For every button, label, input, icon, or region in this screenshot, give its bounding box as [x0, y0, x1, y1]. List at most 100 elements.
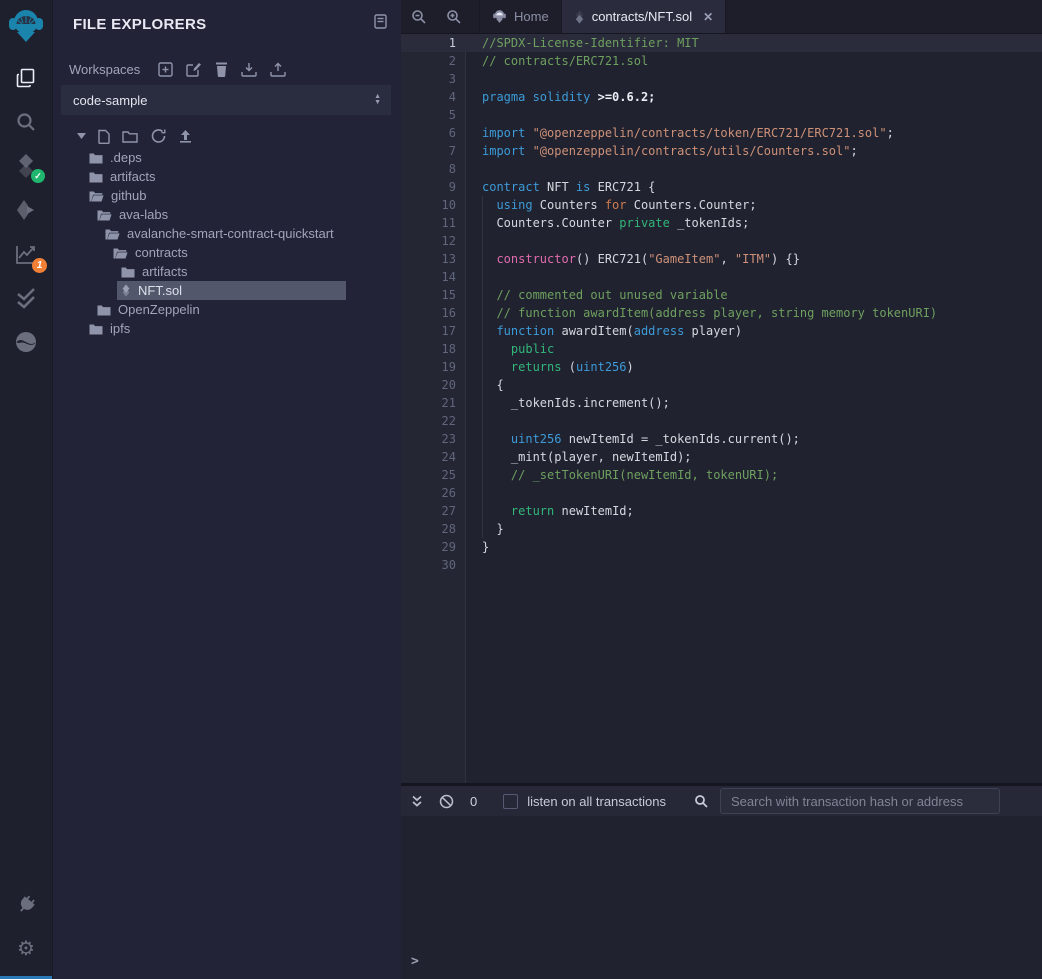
search-icon[interactable] — [0, 100, 52, 144]
unit-testing-icon[interactable] — [0, 276, 52, 320]
listen-transactions-checkbox[interactable] — [503, 794, 518, 809]
rename-workspace-icon[interactable] — [186, 62, 202, 77]
publish-gist-github-icon[interactable] — [150, 128, 167, 144]
code-line-29[interactable]: 29} — [401, 538, 1042, 556]
tree-folder-artifacts[interactable]: artifacts — [53, 262, 401, 281]
code-line-24[interactable]: 24 _mint(player, newItemId); — [401, 448, 1042, 466]
zoom-out-icon[interactable] — [401, 0, 436, 33]
tree-item-label: github — [111, 186, 146, 205]
file-explorer-icon[interactable] — [0, 56, 52, 100]
code-line-27[interactable]: 27 return newItemId; — [401, 502, 1042, 520]
code-text: return newItemId; — [465, 502, 634, 520]
code-line-26[interactable]: 26 — [401, 484, 1042, 502]
new-folder-icon[interactable] — [122, 130, 138, 143]
clear-console-icon[interactable] — [439, 794, 454, 809]
folder-open-icon — [89, 190, 104, 202]
code-line-3[interactable]: 3 — [401, 70, 1042, 88]
analytics-icon[interactable]: 1 — [0, 232, 52, 276]
collapse-tree-icon[interactable] — [77, 133, 86, 139]
zoom-in-icon[interactable] — [436, 0, 471, 33]
file-explorer-panel: FILE EXPLORERS Workspaces — [53, 0, 401, 979]
remix-logo-icon[interactable] — [0, 0, 52, 52]
code-lines: 1//SPDX-License-Identifier: MIT2// contr… — [401, 34, 1042, 574]
code-text: public — [465, 340, 554, 358]
create-workspace-icon[interactable] — [158, 62, 173, 77]
terminal-output[interactable]: > — [401, 816, 1042, 979]
tree-folder-avalanche-smart-contract-quickstart[interactable]: avalanche-smart-contract-quickstart — [53, 224, 401, 243]
sourcify-icon[interactable] — [0, 320, 52, 364]
tree-folder-ipfs[interactable]: ipfs — [53, 319, 401, 338]
code-line-22[interactable]: 22 — [401, 412, 1042, 430]
code-text: _tokenIds.increment(); — [465, 394, 670, 412]
code-line-28[interactable]: 28 } — [401, 520, 1042, 538]
folder-icon — [89, 171, 103, 183]
code-line-12[interactable]: 12 — [401, 232, 1042, 250]
transaction-search-input[interactable] — [720, 788, 1000, 814]
tree-item-label: NFT.sol — [138, 281, 182, 300]
code-line-6[interactable]: 6import "@openzeppelin/contracts/token/E… — [401, 124, 1042, 142]
new-file-icon[interactable] — [98, 129, 110, 144]
code-line-30[interactable]: 30 — [401, 556, 1042, 574]
code-line-5[interactable]: 5 — [401, 106, 1042, 124]
tree-folder-.deps[interactable]: .deps — [53, 148, 401, 167]
code-line-11[interactable]: 11 Counters.Counter private _tokenIds; — [401, 214, 1042, 232]
delete-workspace-icon[interactable] — [215, 62, 228, 77]
folder-icon — [121, 266, 135, 278]
code-line-7[interactable]: 7import "@openzeppelin/contracts/utils/C… — [401, 142, 1042, 160]
code-text: } — [465, 520, 504, 538]
terminal-expand-icon[interactable] — [411, 795, 423, 808]
code-text — [465, 268, 482, 286]
panel-title: FILE EXPLORERS — [73, 16, 206, 33]
close-tab-icon[interactable]: ✕ — [703, 10, 713, 24]
tree-file-NFT.sol[interactable]: NFT.sol — [53, 281, 401, 300]
listen-transactions-label: listen on all transactions — [527, 794, 666, 809]
tree-folder-github[interactable]: github — [53, 186, 401, 205]
line-number: 28 — [401, 520, 465, 538]
code-text: using Counters for Counters.Counter; — [465, 196, 757, 214]
changelog-icon[interactable] — [374, 14, 387, 34]
line-number: 3 — [401, 70, 465, 88]
code-line-2[interactable]: 2// contracts/ERC721.sol — [401, 52, 1042, 70]
code-line-14[interactable]: 14 — [401, 268, 1042, 286]
code-line-10[interactable]: 10 using Counters for Counters.Counter; — [401, 196, 1042, 214]
line-number: 16 — [401, 304, 465, 322]
tree-folder-OpenZeppelin[interactable]: OpenZeppelin — [53, 300, 401, 319]
tree-folder-contracts[interactable]: contracts — [53, 243, 401, 262]
code-text: import "@openzeppelin/contracts/token/ER… — [465, 124, 894, 142]
tree-folder-artifacts[interactable]: artifacts — [53, 167, 401, 186]
settings-icon[interactable]: ⚙ — [0, 927, 52, 971]
tree-item-label: artifacts — [110, 167, 156, 186]
line-number: 15 — [401, 286, 465, 304]
code-line-19[interactable]: 19 returns (uint256) — [401, 358, 1042, 376]
code-text — [465, 106, 482, 124]
code-text: //SPDX-License-Identifier: MIT — [465, 34, 699, 52]
deploy-run-icon[interactable] — [0, 188, 52, 232]
code-line-9[interactable]: 9contract NFT is ERC721 { — [401, 178, 1042, 196]
code-line-15[interactable]: 15 // commented out unused variable — [401, 286, 1042, 304]
code-line-4[interactable]: 4pragma solidity >=0.6.2; — [401, 88, 1042, 106]
upload-file-icon[interactable] — [179, 129, 192, 143]
editor-area: Home contracts/NFT.sol ✕ 1//SPDX-License… — [401, 0, 1042, 979]
download-workspaces-icon[interactable] — [241, 62, 257, 77]
code-line-1[interactable]: 1//SPDX-License-Identifier: MIT — [401, 34, 1042, 52]
code-line-16[interactable]: 16 // function awardItem(address player,… — [401, 304, 1042, 322]
tab-home[interactable]: Home — [479, 0, 562, 33]
folder-icon — [89, 152, 103, 164]
code-line-25[interactable]: 25 // _setTokenURI(newItemId, tokenURI); — [401, 466, 1042, 484]
code-line-20[interactable]: 20 { — [401, 376, 1042, 394]
analytics-count-badge: 1 — [32, 258, 47, 273]
tree-folder-ava-labs[interactable]: ava-labs — [53, 205, 401, 224]
code-editor[interactable]: 1//SPDX-License-Identifier: MIT2// contr… — [401, 34, 1042, 783]
code-line-17[interactable]: 17 function awardItem(address player) — [401, 322, 1042, 340]
restore-workspaces-icon[interactable] — [270, 62, 286, 77]
code-line-21[interactable]: 21 _tokenIds.increment(); — [401, 394, 1042, 412]
solidity-compiler-icon[interactable]: ✓ — [0, 144, 52, 188]
workspace-select[interactable]: code-sample ▲▼ — [61, 85, 391, 115]
code-line-13[interactable]: 13 constructor() ERC721("GameItem", "ITM… — [401, 250, 1042, 268]
code-line-18[interactable]: 18 public — [401, 340, 1042, 358]
line-number: 24 — [401, 448, 465, 466]
code-line-8[interactable]: 8 — [401, 160, 1042, 178]
tab-nft-sol[interactable]: contracts/NFT.sol ✕ — [562, 0, 726, 33]
plugin-manager-icon[interactable] — [0, 883, 52, 927]
code-line-23[interactable]: 23 uint256 newItemId = _tokenIds.current… — [401, 430, 1042, 448]
